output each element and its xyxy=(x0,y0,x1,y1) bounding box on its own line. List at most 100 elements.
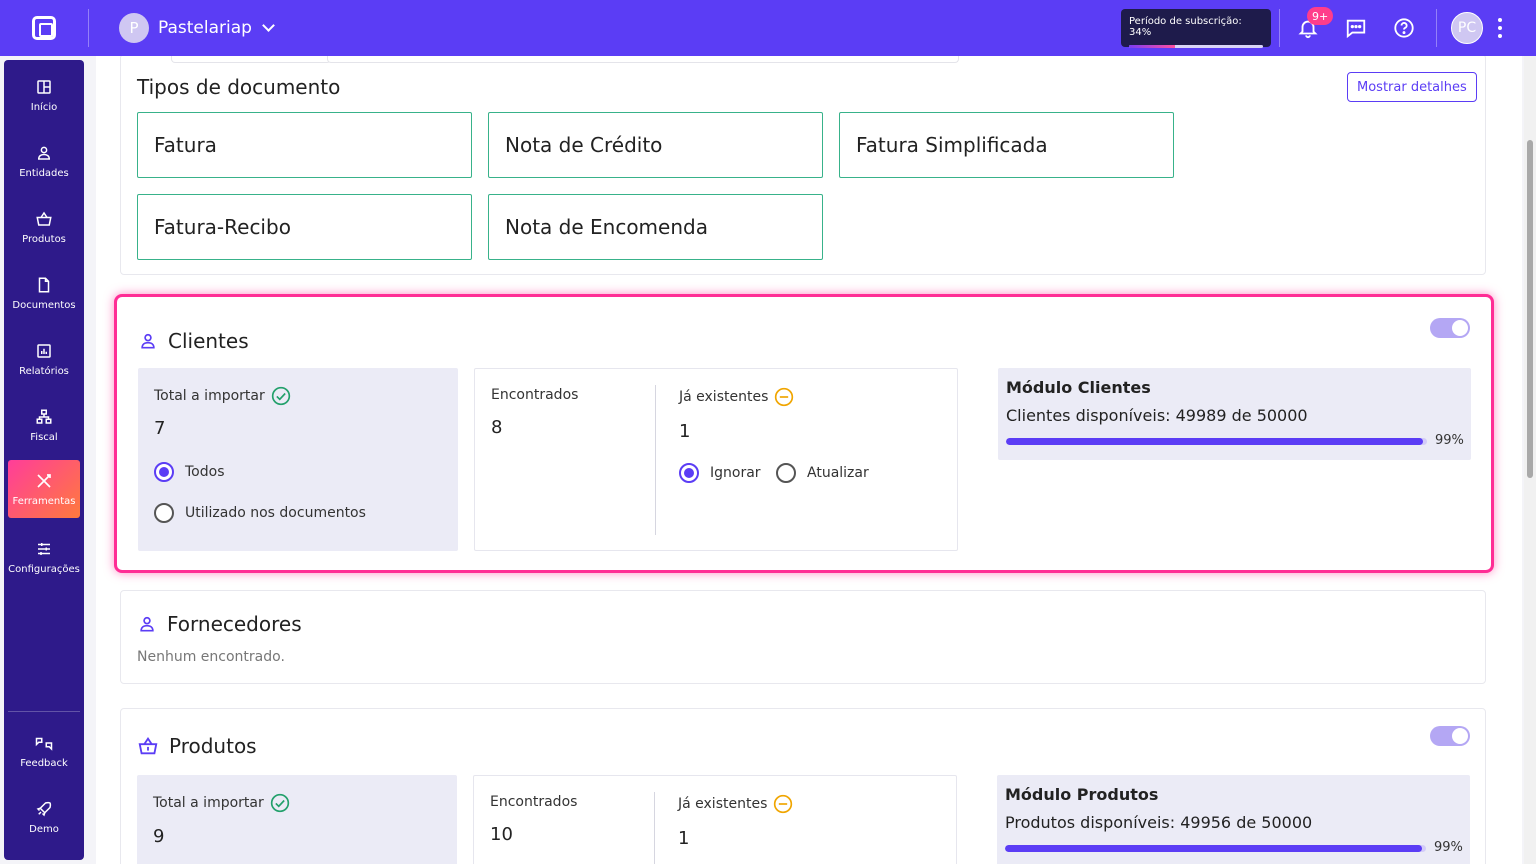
sidebar-item-ferramentas[interactable]: Ferramentas xyxy=(8,460,80,518)
sliders-icon xyxy=(38,542,50,555)
module-progress-fill xyxy=(1006,438,1423,445)
user-icon xyxy=(141,333,155,349)
found-value: 10 xyxy=(490,824,513,845)
sidebar-divider xyxy=(8,711,80,712)
sidebar-item-fiscal[interactable]: Fiscal xyxy=(8,396,80,454)
sidebar-item-label: Demo xyxy=(29,823,59,835)
minus-circle-icon xyxy=(774,794,793,814)
sidebar-item-produtos[interactable]: Produtos xyxy=(8,198,80,256)
more-menu-icon[interactable] xyxy=(1496,18,1504,38)
clientes-title: Clientes xyxy=(168,329,249,353)
sidebar-item-documentos[interactable]: Documentos xyxy=(8,264,80,322)
doc-type-fatura[interactable]: Fatura xyxy=(137,112,472,178)
chat-icon xyxy=(1346,19,1366,39)
module-percent: 99% xyxy=(1435,433,1464,448)
sidebar-item-label: Entidades xyxy=(19,167,69,179)
doc-type-fatura-recibo[interactable]: Fatura-Recibo xyxy=(137,194,472,260)
found-label: Encontrados xyxy=(490,794,578,810)
document-types-card: Tipos de documento Mostrar detalhes Fatu… xyxy=(120,56,1486,275)
topbar-divider xyxy=(1279,9,1280,47)
doc-type-nota-de-credito[interactable]: Nota de Crédito xyxy=(488,112,823,178)
sidebar-item-configuracoes[interactable]: Configurações xyxy=(8,528,80,586)
subscription-label: Período de subscrição: 34% xyxy=(1129,16,1242,38)
produtos-found-existing-panel: Encontrados 10 Já existentes 1 xyxy=(473,775,957,864)
total-import-label: Total a importar xyxy=(154,386,291,406)
sidebar-item-entidades[interactable]: Entidades xyxy=(8,132,80,190)
clientes-card: Clientes Total a importar 7 Todos Utiliz… xyxy=(114,294,1494,573)
radio-label: Ignorar xyxy=(710,465,761,481)
radio-atualizar[interactable]: Atualizar xyxy=(776,463,869,483)
user-icon xyxy=(140,616,154,632)
module-produtos-panel: Módulo Produtos Produtos disponíveis: 49… xyxy=(997,775,1470,864)
radio-utilizado-documentos[interactable]: Utilizado nos documentos xyxy=(154,503,366,523)
topbar-divider xyxy=(1436,9,1437,47)
company-selector[interactable]: P Pastelariap xyxy=(119,13,275,43)
tab-fragment xyxy=(327,56,959,63)
produtos-card: Produtos Total a importar 9 Encontrados … xyxy=(120,708,1486,864)
app-logo[interactable] xyxy=(0,0,88,56)
clientes-header: Clientes xyxy=(138,329,249,353)
produtos-toggle[interactable] xyxy=(1430,726,1470,746)
sidebar-item-inicio[interactable]: Início xyxy=(8,66,80,124)
module-progress-bar xyxy=(1005,845,1426,852)
total-import-value: 7 xyxy=(154,418,166,439)
sidebar-item-feedback[interactable]: Feedback xyxy=(8,722,80,780)
existing-text: Já existentes xyxy=(678,796,768,812)
sidebar-item-label: Ferramentas xyxy=(12,495,76,507)
produtos-total-import-panel: Total a importar 9 xyxy=(137,775,457,864)
sidebar-item-label: Documentos xyxy=(12,299,76,311)
document-icon xyxy=(38,277,50,292)
radio-label: Utilizado nos documentos xyxy=(185,505,366,521)
user-icon xyxy=(37,146,51,160)
radio-button[interactable] xyxy=(154,503,174,523)
clientes-toggle[interactable] xyxy=(1430,318,1470,338)
existing-value: 1 xyxy=(679,421,691,442)
panel-divider xyxy=(654,792,655,864)
doc-type-fatura-simplificada[interactable]: Fatura Simplificada xyxy=(839,112,1174,178)
found-label: Encontrados xyxy=(491,387,579,403)
radio-button[interactable] xyxy=(776,463,796,483)
tools-icon xyxy=(37,473,51,488)
help-button[interactable] xyxy=(1390,14,1418,42)
produtos-header: Produtos xyxy=(137,734,257,758)
user-avatar[interactable]: PC xyxy=(1451,12,1483,44)
module-available: Produtos disponíveis: 49956 de 50000 xyxy=(1005,813,1313,832)
existing-label: Já existentes xyxy=(679,387,794,407)
radio-button[interactable] xyxy=(679,463,699,483)
sidebar-item-label: Configurações xyxy=(8,563,80,575)
fornecedores-title: Fornecedores xyxy=(167,612,302,636)
module-title: Módulo Produtos xyxy=(1005,785,1159,804)
sidebar-item-relatorios[interactable]: Relatórios xyxy=(8,330,80,388)
doc-type-nota-de-encomenda[interactable]: Nota de Encomenda xyxy=(488,194,823,260)
check-circle-icon xyxy=(270,793,289,813)
existing-text: Já existentes xyxy=(679,389,769,405)
sidebar-item-demo[interactable]: Demo xyxy=(8,788,80,846)
module-progress-fill xyxy=(1005,845,1422,852)
found-value: 8 xyxy=(491,417,503,438)
check-circle-icon xyxy=(271,386,290,406)
logo-icon xyxy=(32,16,56,40)
total-import-label: Total a importar xyxy=(153,793,290,813)
fornecedores-card: Fornecedores Nenhum encontrado. xyxy=(120,590,1486,684)
scrollbar-thumb[interactable] xyxy=(1527,140,1533,478)
existing-value: 1 xyxy=(678,828,690,849)
sidebar-item-label: Produtos xyxy=(22,233,66,245)
chevron-down-icon xyxy=(262,19,275,32)
total-import-value: 9 xyxy=(153,826,165,847)
found-existing-panel: Encontrados 8 Já existentes 1 Ignorar At… xyxy=(474,368,958,551)
subscription-progress-bar xyxy=(1129,45,1263,48)
produtos-title: Produtos xyxy=(169,734,257,758)
total-import-text: Total a importar xyxy=(153,795,264,811)
radio-button[interactable] xyxy=(154,462,174,482)
main-content: Tipos de documento Mostrar detalhes Fatu… xyxy=(96,56,1522,864)
sidebar-item-label: Fiscal xyxy=(30,431,58,443)
module-clientes-panel: Módulo Clientes Clientes disponíveis: 49… xyxy=(998,368,1471,460)
subscription-period[interactable]: Período de subscrição: 34% xyxy=(1121,9,1271,48)
radio-ignorar[interactable]: Ignorar xyxy=(679,463,761,483)
feedback-icon xyxy=(35,737,53,751)
show-details-button[interactable]: Mostrar detalhes xyxy=(1347,72,1477,102)
messages-button[interactable] xyxy=(1342,14,1370,42)
radio-todos[interactable]: Todos xyxy=(154,462,224,482)
panel-divider xyxy=(655,385,656,535)
fornecedores-header: Fornecedores xyxy=(137,612,302,636)
